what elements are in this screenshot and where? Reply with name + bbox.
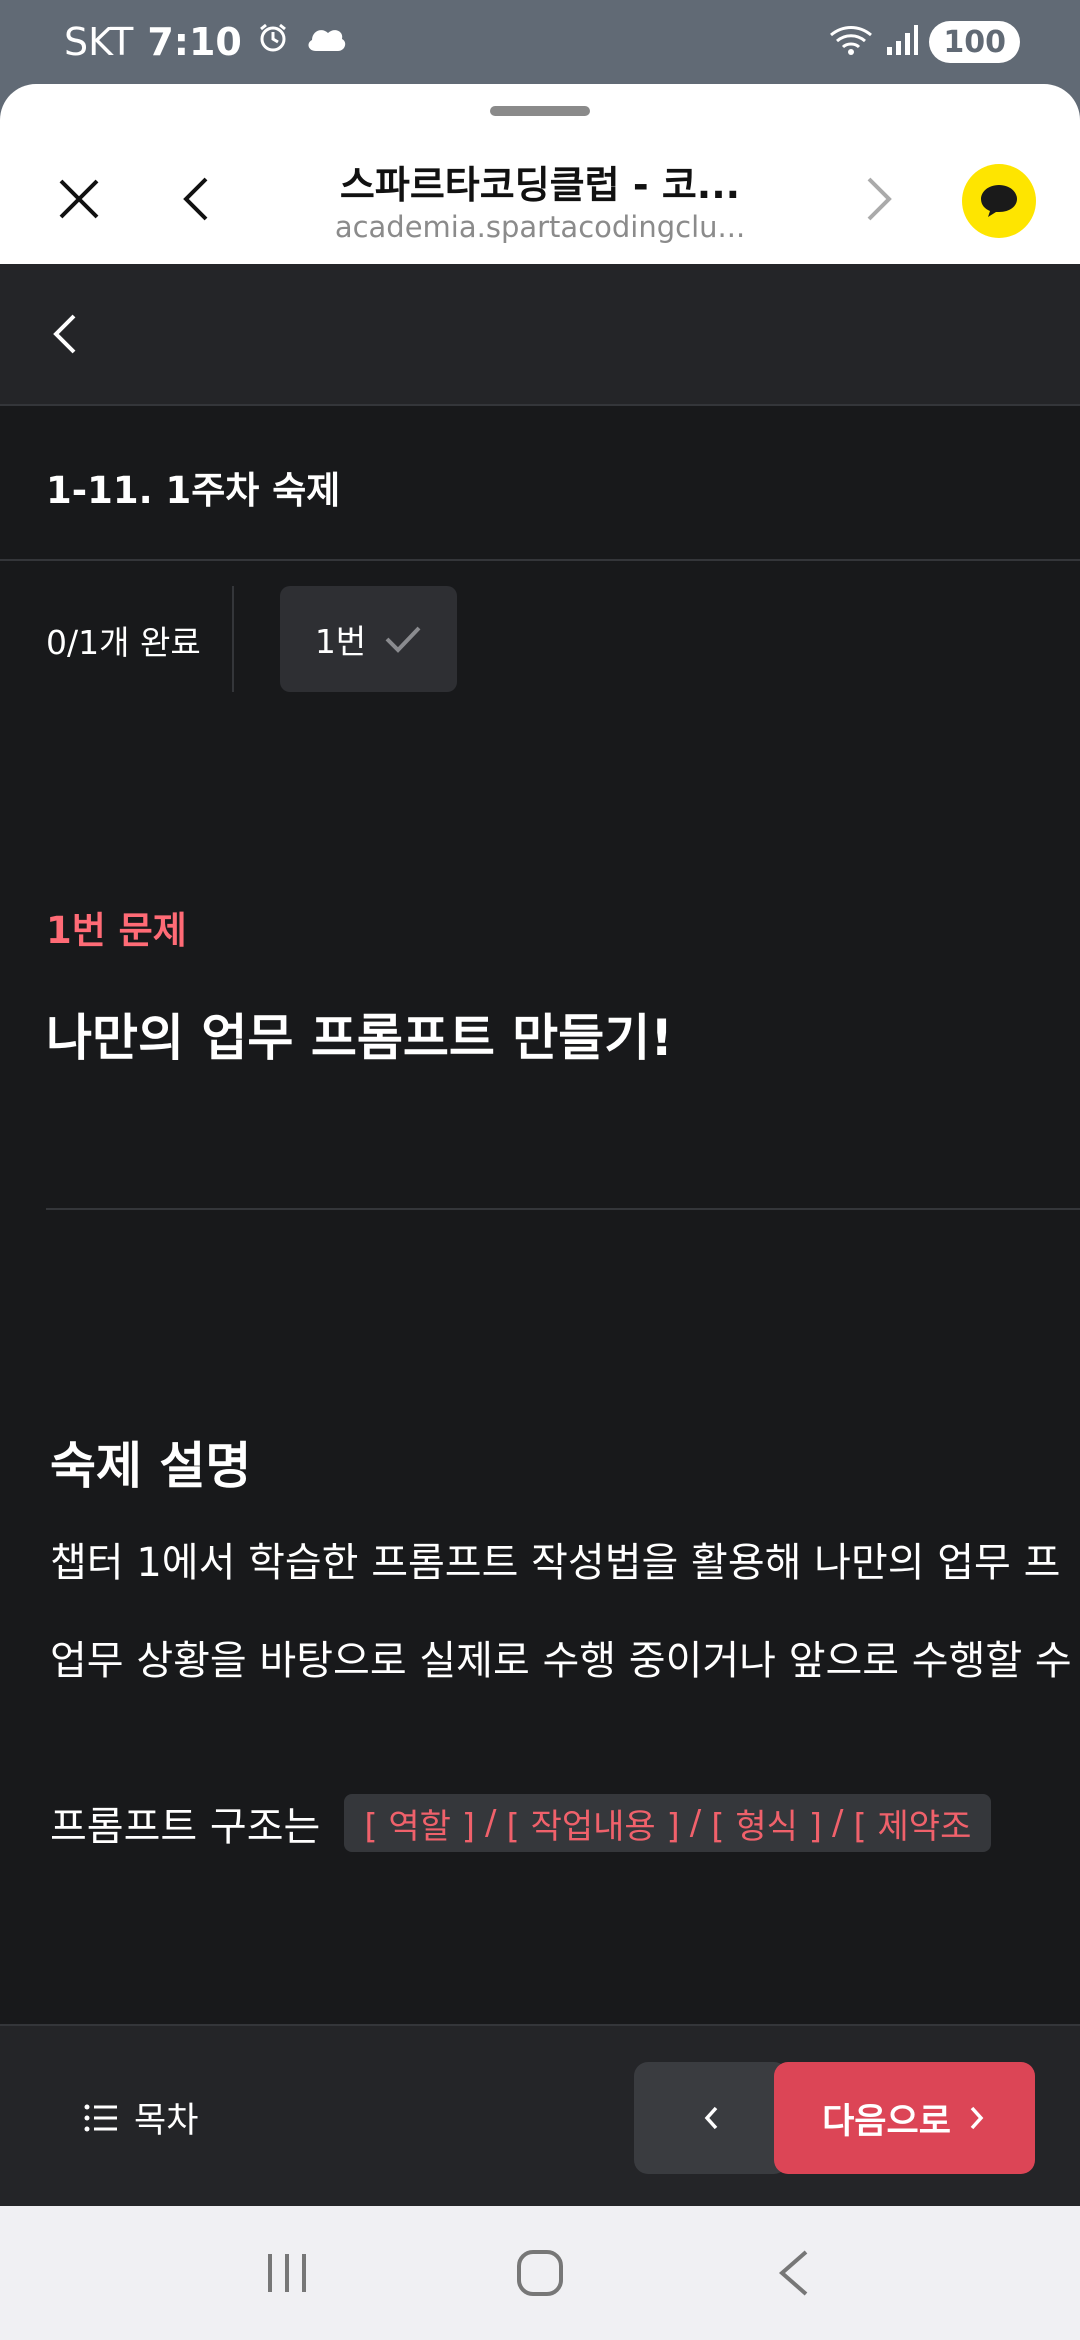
prompt-structure-line: 프롬프트 구조는 [ 역할 ] / [ 작업내용 ] / [ 형식 ] / [ … [50, 1794, 992, 1852]
content-back-button[interactable] [44, 304, 104, 364]
bottom-action-bar: 목차 다음으로 [0, 2024, 1080, 2206]
structure-code: [ 역할 ] / [ 작업내용 ] / [ 형식 ] / [ 제약조 [344, 1794, 992, 1852]
divider [46, 1208, 1080, 1210]
browser-forward-button[interactable] [845, 164, 915, 234]
wifi-icon [827, 23, 875, 61]
divider [0, 559, 1080, 561]
chevron-left-icon [53, 314, 76, 354]
previous-button[interactable] [634, 2062, 788, 2174]
lesson-title: 1-11. 1주차 숙제 [46, 469, 341, 512]
next-label: 다음으로 [822, 2101, 951, 2142]
cloud-icon [304, 20, 348, 64]
system-back-button[interactable] [753, 2233, 833, 2313]
battery-indicator: 100 [929, 21, 1020, 63]
kakao-chat-button[interactable] [962, 164, 1036, 238]
structure-item-format: [ 형식 ] [711, 1806, 822, 1847]
question-label: 1번 문제 [46, 909, 187, 952]
check-icon [385, 626, 421, 653]
clock: 7:10 [147, 20, 242, 64]
question-title: 나만의 업무 프롬프트 만들기! [46, 1009, 674, 1067]
chevron-right-icon [867, 177, 892, 221]
structure-item-task: [ 작업내용 ] [506, 1806, 680, 1847]
screen: SKT 7:10 100 스파르타코딩클럽 - 코... academia.sp… [0, 0, 1080, 2340]
close-button[interactable] [44, 164, 114, 234]
question-chip-1[interactable]: 1번 [280, 586, 457, 692]
status-bar: SKT 7:10 100 [0, 0, 1080, 84]
page-url[interactable]: academia.spartacodingclu... [260, 210, 820, 244]
status-right: 100 [827, 21, 1020, 63]
content-top-nav [0, 264, 1080, 406]
drag-handle[interactable] [490, 106, 590, 116]
progress-count: 0/1개 완료 [46, 623, 201, 662]
back-arrow-icon [779, 2250, 808, 2296]
structure-item-constraint: [ 제약조 [853, 1806, 972, 1847]
recent-apps-button[interactable] [247, 2233, 327, 2313]
browser-back-button[interactable] [160, 164, 230, 234]
system-navigation-bar [0, 2206, 1080, 2340]
page-title: 스파르타코딩클럽 - 코... [339, 163, 741, 207]
content-area: 1-11. 1주차 숙제 0/1개 완료 1번 1번 문제 나만의 업무 프롬프… [0, 264, 1080, 2024]
question-chip-label: 1번 [314, 622, 367, 661]
toc-button[interactable]: 목차 [84, 2092, 198, 2143]
recent-apps-icon [267, 2254, 306, 2292]
structure-item-role: [ 역할 ] [364, 1806, 476, 1847]
carrier: SKT [64, 20, 134, 64]
home-button[interactable] [500, 2233, 580, 2313]
home-icon [516, 2250, 563, 2296]
close-icon [59, 179, 99, 219]
structure-label: 프롬프트 구조는 [50, 1804, 321, 1850]
separator: / [831, 1803, 844, 1843]
alarm-icon [256, 20, 290, 64]
list-icon [84, 2104, 117, 2131]
next-button[interactable]: 다음으로 [774, 2062, 1035, 2174]
signal-icon [885, 23, 919, 61]
separator: / [689, 1803, 702, 1843]
description-line-1: 챕터 1에서 학습한 프롬프트 작성법을 활용해 나만의 업무 프 [50, 1540, 1061, 1586]
separator: / [485, 1803, 497, 1843]
chevron-left-icon [704, 2106, 718, 2130]
browser-header: 스파르타코딩클럽 - 코... academia.spartacodingclu… [0, 84, 1080, 264]
chevron-left-icon [183, 177, 208, 221]
description-line-2: 업무 상황을 바탕으로 실제로 수행 중이거나 앞으로 수행할 수 [50, 1638, 1072, 1684]
section-title: 숙제 설명 [50, 1437, 252, 1495]
chat-bubble-icon [981, 185, 1017, 217]
status-left: SKT 7:10 [64, 20, 348, 64]
chevron-right-icon [970, 2106, 984, 2130]
vertical-divider [232, 586, 234, 692]
toc-label: 목차 [134, 2101, 199, 2141]
